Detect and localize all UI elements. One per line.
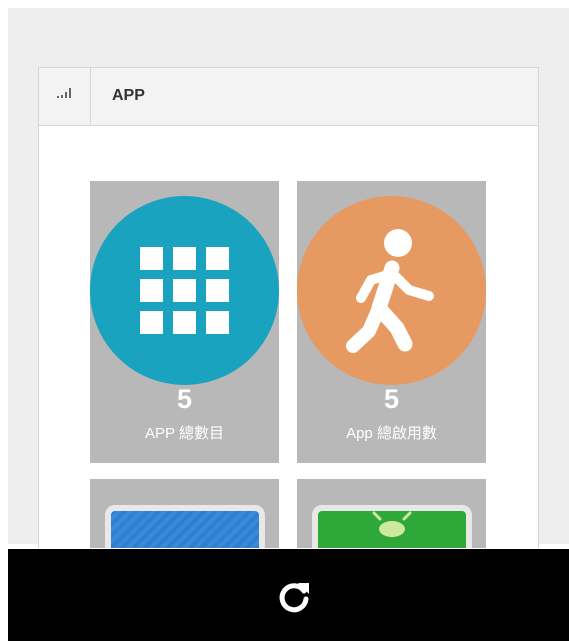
- app-count-tile[interactable]: 5 APP 總數目: [90, 181, 279, 463]
- signal-bars-icon: [39, 68, 91, 125]
- bottom-toolbar: [8, 549, 569, 641]
- blue-app-icon: [105, 505, 265, 548]
- app-tile-4[interactable]: [297, 479, 486, 548]
- app-count-circle: [90, 196, 279, 385]
- grid-icon: [140, 247, 229, 334]
- app-active-value: 5: [383, 384, 400, 414]
- walking-person-icon: [346, 229, 434, 353]
- refresh-icon[interactable]: [276, 579, 312, 615]
- app-count-value: 5: [176, 384, 193, 414]
- app-active-circle: [297, 196, 486, 385]
- app-tile-3[interactable]: [90, 479, 279, 548]
- panel-title: APP: [112, 87, 145, 104]
- green-app-icon: [312, 505, 472, 548]
- sun-rays-icon: [372, 511, 412, 537]
- app-active-tile[interactable]: 5 App 總啟用數: [297, 181, 486, 463]
- app-panel: APP 5 APP 總數目 5 App 總啟用數: [38, 67, 539, 548]
- app-active-label: App 總啟用數: [346, 425, 437, 442]
- panel-header: APP: [39, 68, 538, 126]
- app-count-label: APP 總數目: [145, 425, 224, 442]
